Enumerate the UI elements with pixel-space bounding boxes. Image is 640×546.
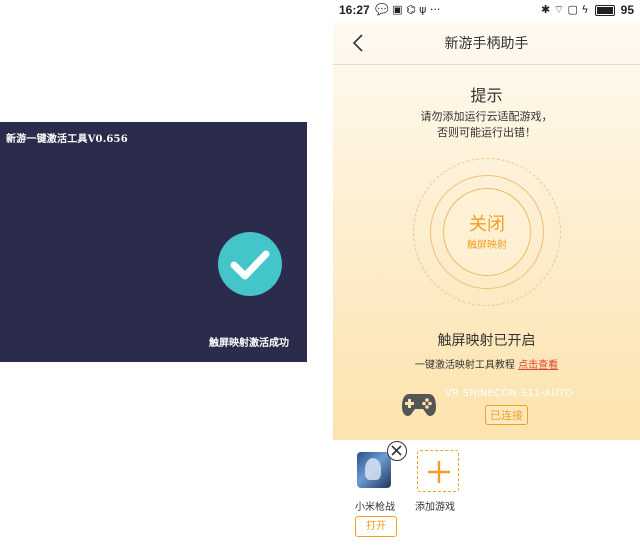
device-name: VR SHINECON-S11-AUTO (445, 388, 574, 399)
game-name: 小米枪战 (355, 502, 395, 513)
battery-percent: 95 (620, 3, 634, 17)
tip-line-1: 请勿添加运行云适配游戏， (420, 110, 553, 123)
tip-title: 提示 (470, 86, 503, 105)
gamepad-icon (402, 394, 436, 416)
phone-screen: 16:27 💬 ▣ ⌬ ψ ··· ✱ ⌔ ▢ ϟ 95 新游手柄助手 提示 请… (333, 0, 640, 546)
tutorial-text: 一键激活映射工具教程 (414, 360, 515, 371)
page-title: 新游手柄助手 (444, 36, 529, 52)
system-status-icons: ✱ ⌔ ▢ ϟ (540, 3, 589, 16)
toggle-mapping-button[interactable]: 关闭 触屏映射 (443, 188, 531, 276)
nav-bar: 新游手柄助手 (333, 22, 640, 65)
status-bar: 16:27 💬 ▣ ⌬ ψ ··· ✱ ⌔ ▢ ϟ 95 (333, 0, 640, 22)
plus-icon (428, 461, 450, 483)
connection-status-badge: 已连接 (485, 405, 528, 425)
remove-game-icon[interactable] (387, 441, 407, 461)
activation-status-text: 触屏映射激活成功 (209, 338, 289, 349)
open-game-button[interactable]: 打开 (355, 516, 397, 537)
success-check-icon (218, 232, 282, 296)
app-body: 新游手柄助手 提示 请勿添加运行云适配游戏， 否则可能运行出错！ 关闭 触屏映射… (333, 22, 640, 440)
tool-title: 新游一键激活工具V0.656 (6, 134, 128, 145)
game-thumbnail (357, 452, 391, 488)
notification-icons: 💬 ▣ ⌬ ψ ··· (375, 3, 441, 16)
tutorial-row: 一键激活映射工具教程 点击查看 (333, 356, 640, 371)
mapping-status: 触屏映射已开启 (437, 333, 536, 349)
battery-icon (594, 4, 615, 16)
tip-line-2: 否则可能运行出错！ (437, 126, 536, 139)
tutorial-link[interactable]: 点击查看 (518, 360, 558, 371)
status-time: 16:27 (339, 3, 370, 17)
activation-tool-panel: 新游一键激活工具V0.656 触屏映射激活成功 (0, 122, 307, 362)
toggle-button-label: 关闭 (469, 214, 505, 235)
add-game-label: 添加游戏 (415, 502, 455, 513)
add-game-button[interactable] (417, 450, 459, 492)
toggle-button-sublabel: 触屏映射 (467, 240, 507, 251)
system-icons: ✱ ⌔ ▢ ϟ 95 (541, 3, 634, 17)
